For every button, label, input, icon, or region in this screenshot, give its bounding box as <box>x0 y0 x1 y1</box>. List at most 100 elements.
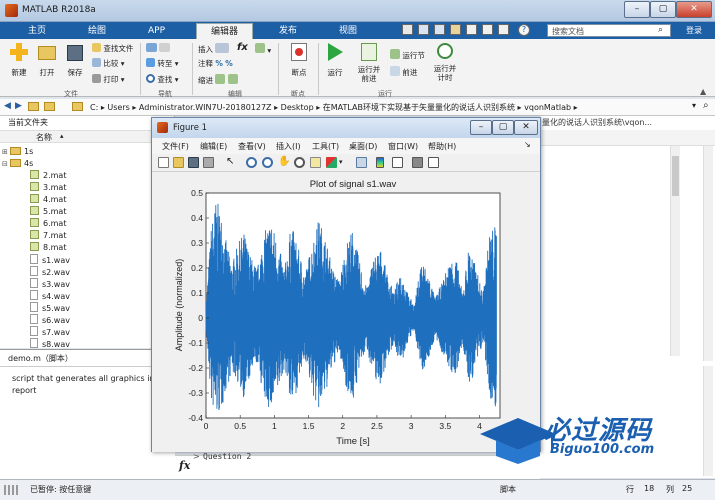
open-button[interactable]: 打开 <box>34 43 60 78</box>
open-file-icon[interactable] <box>173 157 184 168</box>
file-list-item[interactable]: 6.mat <box>0 218 175 230</box>
redo-icon[interactable] <box>482 24 493 35</box>
run-time-button[interactable]: 运行并 计时 <box>428 43 462 82</box>
tab-view[interactable]: 视图 <box>325 23 371 39</box>
menu-view[interactable]: 查看(V) <box>238 141 266 152</box>
run-advance-button[interactable]: 运行并 前进 <box>352 43 386 83</box>
right-panel-scrollbar[interactable] <box>670 146 680 356</box>
indent-button[interactable]: 缩进 <box>198 74 238 86</box>
path-dropdown-icon[interactable]: ▾ <box>692 101 696 110</box>
figure-minimize-button[interactable]: – <box>470 120 492 135</box>
data-cursor-icon[interactable] <box>310 157 321 168</box>
switch-windows-icon[interactable] <box>498 24 509 35</box>
search-icon[interactable]: ⌕ <box>658 25 663 35</box>
minimize-button[interactable]: – <box>624 1 650 18</box>
tab-publish[interactable]: 发布 <box>265 23 311 39</box>
nav-back-button[interactable] <box>146 43 171 54</box>
comment-button[interactable]: 注释 % % <box>198 58 233 69</box>
breakpoints-button[interactable]: 断点 <box>284 43 314 78</box>
menu-tools[interactable]: 工具(T) <box>312 141 339 152</box>
search-input[interactable]: 搜索文档 <box>552 26 584 37</box>
rotate-icon[interactable] <box>294 157 305 168</box>
browse-folder-icon[interactable] <box>44 102 55 111</box>
pan-icon[interactable]: ✋ <box>278 157 290 168</box>
column-header[interactable]: 名称 ▴ <box>0 130 175 143</box>
tab-home[interactable]: 主页 <box>14 23 60 39</box>
pointer-icon[interactable]: ↖ <box>226 157 237 168</box>
ribbon-collapse-icon[interactable]: ▲ <box>700 87 706 96</box>
file-list-item[interactable]: s4.wav <box>0 290 175 302</box>
insert-button[interactable]: 插入 <box>198 43 230 55</box>
close-button[interactable]: ✕ <box>676 1 712 18</box>
menu-desktop[interactable]: 桌面(D) <box>349 141 377 152</box>
advance-button[interactable]: 前进 <box>390 66 417 78</box>
path-segment[interactable]: Desktop <box>281 103 314 112</box>
brush-icon[interactable] <box>326 157 337 168</box>
file-list-item[interactable]: s2.wav <box>0 266 175 278</box>
file-list-item[interactable]: s1.wav <box>0 254 175 266</box>
expand-icon[interactable]: ⊞ <box>2 146 8 158</box>
undo-icon[interactable] <box>466 24 477 35</box>
fx-button[interactable]: fx <box>237 42 248 53</box>
maximize-button[interactable]: ▢ <box>650 1 676 18</box>
brush-dropdown-icon[interactable]: ▾ <box>339 157 350 168</box>
tab-editor[interactable]: 编辑器 <box>196 23 254 39</box>
menu-insert[interactable]: 插入(I) <box>276 141 301 152</box>
new-figure-icon[interactable] <box>158 157 169 168</box>
path-search-icon[interactable]: ⌕ <box>703 100 709 111</box>
help-icon[interactable]: ? <box>518 24 530 36</box>
compare-button[interactable]: 比较 ▾ <box>92 58 125 69</box>
zoom-in-icon[interactable] <box>246 157 257 168</box>
figure-close-button[interactable]: ✕ <box>514 120 538 135</box>
path-segment[interactable]: Administrator.WIN7U-20180127Z <box>139 103 272 112</box>
file-list-item[interactable]: 7.mat <box>0 230 175 242</box>
cut-icon[interactable] <box>418 24 429 35</box>
file-list-item[interactable]: ⊟ 4s <box>0 158 175 170</box>
file-list-item[interactable]: 8.mat <box>0 242 175 254</box>
paste-icon[interactable] <box>450 24 461 35</box>
legend-icon[interactable] <box>392 157 403 168</box>
link-plot-icon[interactable] <box>356 157 367 168</box>
file-list-item[interactable]: s3.wav <box>0 278 175 290</box>
colorbar-icon[interactable] <box>376 157 384 168</box>
copy-icon[interactable] <box>434 24 445 35</box>
up-folder-icon[interactable] <box>28 102 39 111</box>
path-segment[interactable]: 在MATLAB环境下实现基于矢量量化的说话人识别系统 <box>323 103 515 112</box>
figure-window[interactable]: Figure 1 – ▢ ✕ 文件(F) 编辑(E) 查看(V) 插入(I) 工… <box>151 117 541 452</box>
back-icon[interactable]: ◀ <box>4 101 11 111</box>
path-segment[interactable]: Users <box>107 103 129 112</box>
path-segment[interactable]: C: <box>90 103 98 112</box>
figure-maximize-button[interactable]: ▢ <box>492 120 514 135</box>
file-list-item[interactable]: 5.mat <box>0 206 175 218</box>
file-list-item[interactable]: 4.mat <box>0 194 175 206</box>
file-list-item[interactable]: s6.wav <box>0 314 175 326</box>
run-button[interactable]: 运行 <box>322 43 348 78</box>
menu-file[interactable]: 文件(F) <box>162 141 189 152</box>
file-list-item[interactable]: s7.wav <box>0 326 175 338</box>
find-button[interactable]: 查找 ▾ <box>146 74 179 85</box>
show-tools-icon[interactable] <box>428 157 439 168</box>
find-files-button[interactable]: 查找文件 <box>92 43 133 54</box>
hide-tools-icon[interactable] <box>412 157 423 168</box>
path-segment[interactable]: vqonMatlab <box>524 103 571 112</box>
tab-apps[interactable]: APP <box>134 23 179 39</box>
menu-dock-icon[interactable]: ↘ <box>524 140 531 149</box>
menu-help[interactable]: 帮助(H) <box>428 141 456 152</box>
save-icon[interactable] <box>402 24 413 35</box>
search-docs-field[interactable]: 搜索文档 ⌕ <box>547 24 671 37</box>
print-figure-icon[interactable] <box>203 157 214 168</box>
file-list-item[interactable]: s5.wav <box>0 302 175 314</box>
menu-window[interactable]: 窗口(W) <box>388 141 418 152</box>
menu-edit[interactable]: 编辑(E) <box>200 141 227 152</box>
tab-plots[interactable]: 绘图 <box>74 23 120 39</box>
collapse-icon[interactable]: ⊟ <box>2 158 8 170</box>
login-link[interactable]: 登录 <box>686 25 702 36</box>
file-list-item[interactable]: 3.mat <box>0 182 175 194</box>
print-button[interactable]: 打印 ▾ <box>92 74 125 85</box>
save-button[interactable]: 保存 <box>62 43 88 78</box>
new-button[interactable]: 新建 <box>6 43 32 78</box>
edit-extra-button[interactable]: ▾ <box>255 43 271 55</box>
run-section-button[interactable]: 运行节 <box>390 49 425 61</box>
save-figure-icon[interactable] <box>188 157 199 168</box>
goto-button[interactable]: 转至 ▾ <box>146 58 179 69</box>
